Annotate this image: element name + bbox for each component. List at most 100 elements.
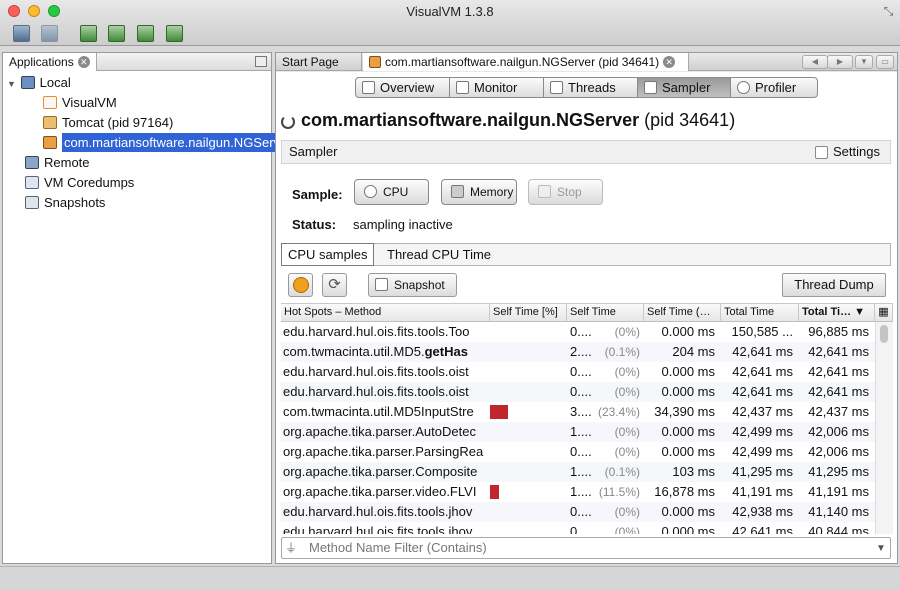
cpu-sample-button[interactable]: CPU bbox=[354, 179, 429, 205]
scrollbar-thumb[interactable] bbox=[880, 325, 888, 343]
overview-icon bbox=[362, 81, 375, 94]
remote-host-icon bbox=[25, 156, 39, 169]
table-row[interactable]: org.apache.tika.parser.video.FLVI 1.... (1… bbox=[281, 482, 875, 502]
tree-node-remote[interactable]: Remote bbox=[3, 153, 271, 173]
table-row[interactable]: com.twmacinta.util.MD5.getHas 2.... (0.1%)… bbox=[281, 342, 875, 362]
tomcat-icon bbox=[43, 116, 57, 129]
column-header-total-time-cpu[interactable]: Total Ti… ▼ bbox=[799, 304, 875, 322]
tab-label: Start Page bbox=[282, 55, 339, 69]
tree-node-ngserver[interactable]: com.martiansoftware.nailgun.NGServer bbox=[3, 133, 294, 153]
add-remote-host-icon[interactable] bbox=[166, 25, 183, 42]
add-jmx-connection-icon[interactable] bbox=[80, 25, 97, 42]
total-time-cell: 42,437 ms bbox=[732, 404, 793, 419]
self-time-percent: (0.1%) bbox=[604, 465, 640, 479]
filter-dropdown-icon[interactable]: ▼ bbox=[874, 542, 888, 555]
tree-node-local[interactable]: ▼ Local bbox=[3, 73, 271, 93]
self-time-pct-cell bbox=[490, 502, 567, 522]
pause-button[interactable] bbox=[288, 273, 313, 297]
refresh-button[interactable]: ⟳ bbox=[322, 273, 347, 297]
maximize-icon[interactable]: ▭ bbox=[876, 55, 894, 69]
tab-monitor[interactable]: Monitor bbox=[449, 77, 544, 98]
memory-sample-button[interactable]: Memory bbox=[441, 179, 517, 205]
save-icon[interactable] bbox=[41, 25, 58, 42]
heap-dump-icon[interactable] bbox=[108, 25, 125, 42]
tree-node-visualvm[interactable]: VisualVM bbox=[3, 93, 271, 113]
settings-checkbox[interactable] bbox=[815, 146, 828, 159]
tab-label: Sampler bbox=[662, 80, 711, 95]
tab-start-page[interactable]: Start Page✕ bbox=[276, 53, 362, 86]
tree-node-snapshots[interactable]: Snapshots bbox=[3, 193, 271, 213]
table-row[interactable]: org.apache.tika.parser.ParsingRea 0.... (0… bbox=[281, 442, 875, 462]
tree-node-label: com.martiansoftware.nailgun.NGServer bbox=[62, 133, 294, 152]
status-label: Status: bbox=[292, 217, 337, 232]
self-time-value: 1.... bbox=[570, 424, 592, 439]
method-name: edu.harvard.hul.ois.fits.tools.jhov bbox=[283, 504, 473, 519]
settings-label[interactable]: Settings bbox=[833, 144, 880, 159]
thread-dump-toolbar-icon[interactable] bbox=[137, 25, 154, 42]
tree-node-label: VM Coredumps bbox=[44, 175, 135, 190]
sample-label: Sample: bbox=[292, 187, 343, 202]
expand-triangle-icon[interactable]: ▼ bbox=[7, 74, 17, 94]
total-time-cell: 42,641 ms bbox=[732, 364, 793, 379]
tab-sampler[interactable]: Sampler bbox=[637, 77, 731, 98]
stop-button[interactable]: Stop bbox=[528, 179, 603, 205]
table-row[interactable]: org.apache.tika.parser.AutoDetec 1.... (0%… bbox=[281, 422, 875, 442]
column-header-total-time[interactable]: Total Time bbox=[721, 304, 799, 322]
table-row[interactable]: edu.harvard.hul.ois.fits.tools.Too 0.... (… bbox=[281, 322, 875, 342]
snapshot-button[interactable]: Snapshot bbox=[368, 273, 457, 297]
tab-thread-cpu-time[interactable]: Thread CPU Time bbox=[381, 244, 497, 265]
method-filter-input[interactable]: Method Name Filter (Contains) bbox=[281, 537, 891, 559]
tab-label: Threads bbox=[568, 80, 616, 95]
method-name: org.apache.tika.parser.Composite bbox=[283, 464, 478, 479]
table-row[interactable]: edu.harvard.hul.ois.fits.tools.oist 0....… bbox=[281, 382, 875, 402]
tree-node-vm-coredumps[interactable]: VM Coredumps bbox=[3, 173, 271, 193]
tab-cpu-samples[interactable]: CPU samples bbox=[281, 243, 375, 266]
column-chooser-icon[interactable]: ▦ bbox=[875, 304, 893, 322]
refresh-icon: ⟳ bbox=[328, 276, 341, 293]
total-time-cpu-cell: 96,885 ms bbox=[808, 324, 869, 339]
threads-icon bbox=[550, 81, 563, 94]
applications-tab[interactable]: Applications ✕ bbox=[3, 53, 97, 71]
scroll-tabs-left-icon[interactable]: ◀ bbox=[802, 55, 828, 69]
page-title: com.martiansoftware.nailgun.NGServer (pi… bbox=[301, 110, 735, 131]
busy-spinner-icon bbox=[281, 115, 295, 129]
table-row[interactable]: com.twmacinta.util.MD5InputStre 3.... (23.… bbox=[281, 402, 875, 422]
thread-dump-button[interactable]: Thread Dump bbox=[782, 273, 886, 297]
self-time-pct-cell bbox=[490, 342, 567, 362]
total-time-cpu-cell: 40,844 ms bbox=[808, 524, 869, 534]
tree-node-label: VisualVM bbox=[62, 95, 117, 110]
close-icon[interactable]: ✕ bbox=[663, 56, 676, 68]
table-row[interactable]: org.apache.tika.parser.Composite 1.... (0.… bbox=[281, 462, 875, 482]
tab-threads[interactable]: Threads bbox=[543, 77, 638, 98]
self-time-value: 2.... bbox=[570, 344, 592, 359]
column-header-method[interactable]: Hot Spots – Method bbox=[281, 304, 490, 322]
title-bar: VisualVM 1.3.8 ⤡ bbox=[0, 0, 900, 46]
total-time-cpu-cell: 42,006 ms bbox=[808, 444, 869, 459]
scroll-tabs-right-icon[interactable]: ▶ bbox=[827, 55, 853, 69]
app-pid: (pid 34641) bbox=[644, 110, 736, 130]
self-time-bar bbox=[490, 485, 499, 499]
tab-profiler[interactable]: Profiler bbox=[730, 77, 818, 98]
tab-overview[interactable]: Overview bbox=[355, 77, 450, 98]
tab-list-dropdown-icon[interactable]: ▼ bbox=[855, 55, 873, 69]
table-row[interactable]: edu.harvard.hul.ois.fits.tools.jhov 0....… bbox=[281, 502, 875, 522]
table-row[interactable]: edu.harvard.hul.ois.fits.tools.jhov 0....… bbox=[281, 522, 875, 534]
column-header-self-time-pct[interactable]: Self Time [%] bbox=[490, 304, 567, 322]
stop-icon bbox=[538, 185, 551, 198]
total-time-cpu-cell: 42,437 ms bbox=[808, 404, 869, 419]
tab-ngserver[interactable]: com.martiansoftware.nailgun.NGServer (pi… bbox=[363, 53, 689, 71]
total-time-cell: 150,585 ... bbox=[731, 324, 793, 339]
close-icon[interactable]: ✕ bbox=[77, 56, 90, 68]
method-cell: org.apache.tika.parser.AutoDetec bbox=[283, 422, 488, 442]
table-scrollbar[interactable] bbox=[875, 322, 893, 534]
tree-node-tomcat[interactable]: Tomcat (pid 97164) bbox=[3, 113, 271, 133]
filter-icon[interactable]: ⏚ bbox=[285, 542, 299, 555]
open-snapshot-icon[interactable] bbox=[13, 25, 30, 42]
fullscreen-icon[interactable]: ⤡ bbox=[882, 5, 895, 18]
minimize-panel-icon[interactable] bbox=[255, 56, 267, 67]
total-time-cpu-cell: 41,295 ms bbox=[808, 464, 869, 479]
table-row[interactable]: edu.harvard.hul.ois.fits.tools.oist 0....… bbox=[281, 362, 875, 382]
column-header-self-time[interactable]: Self Time bbox=[567, 304, 644, 322]
self-time-cell: 0.... (0%) bbox=[567, 442, 644, 462]
column-header-self-time-cpu[interactable]: Self Time (… bbox=[644, 304, 721, 322]
